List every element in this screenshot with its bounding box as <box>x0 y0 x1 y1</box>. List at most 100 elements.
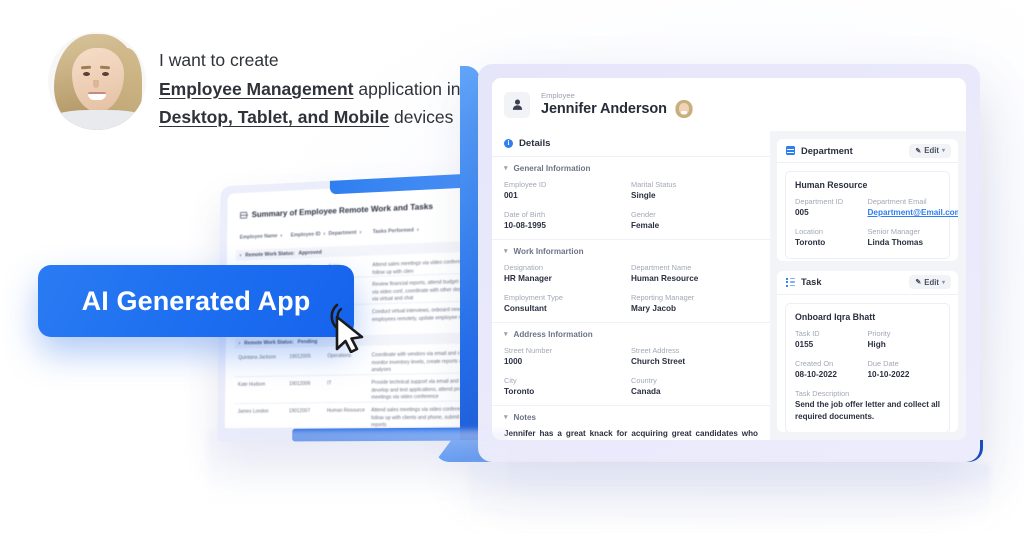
field-value: 0155 <box>795 339 868 351</box>
department-sub-card: Human Resource Department ID 005 Departm… <box>785 171 950 259</box>
hero-illustration: I want to create Employee Management app… <box>0 0 1024 533</box>
section-header[interactable]: ▾ General Information <box>504 164 758 173</box>
field-value: Linda Thomas <box>868 237 941 249</box>
ai-generated-app-label: AI Generated App <box>82 286 311 317</box>
field-street-address: Street Address Church Street <box>631 345 758 368</box>
field-label: Department Name <box>631 262 758 273</box>
prompt-line-3-rest: devices <box>389 107 453 127</box>
department-panel-title: Department <box>801 146 853 156</box>
department-email-link[interactable]: Department@Email.com <box>868 207 941 219</box>
field-value: 1000 <box>504 356 631 368</box>
field-label: Department Email <box>868 196 941 207</box>
task-sub-card: Onboard Iqra Bhatt Task ID 0155 Priority… <box>785 303 950 432</box>
section-header[interactable]: ▾ Notes <box>504 413 758 422</box>
employee-name: Jennifer Anderson <box>541 101 667 117</box>
group-value: Approved <box>298 249 321 256</box>
field-label: City <box>504 375 631 386</box>
field-due-date: Due Date 10-10-2022 <box>868 358 941 381</box>
prompt-block: I want to create Employee Management app… <box>48 32 461 132</box>
field-value: High <box>868 339 941 351</box>
avatar <box>675 100 693 118</box>
summary-table-title: Summary of Employee Remote Work and Task… <box>252 201 433 219</box>
column-employee-id[interactable]: Employee ID▾ <box>291 231 329 238</box>
field-label: Street Number <box>504 345 631 356</box>
field-value: 001 <box>504 190 631 202</box>
table-icon <box>240 211 247 218</box>
section-general-information: ▾ General Information Employee ID 001 Ma… <box>492 157 770 240</box>
field-value: Female <box>631 220 758 232</box>
summary-table-title-row: Summary of Employee Remote Work and Task… <box>240 201 433 220</box>
edit-label: Edit <box>924 278 939 287</box>
field-designation: Designation HR Manager <box>504 262 631 285</box>
chevron-down-icon: ▾ <box>942 279 945 286</box>
task-edit-button[interactable]: ✎ Edit ▾ <box>909 275 951 289</box>
chevron-down-icon: ▾ <box>942 147 945 154</box>
field-city: City Toronto <box>504 375 631 398</box>
chevron-down-icon: ▾ <box>238 340 240 346</box>
chevron-down-icon: ▾ <box>504 248 508 255</box>
chevron-down-icon: ▾ <box>239 252 241 258</box>
chevron-down-icon: ▾ <box>504 165 508 172</box>
field-value: Toronto <box>795 237 868 249</box>
field-task-description: Task Description Send the job offer lett… <box>795 388 940 423</box>
task-list-icon <box>786 278 795 287</box>
group-label: Remote Work Status: <box>245 250 295 258</box>
details-header: i Details <box>492 131 770 157</box>
field-value: Toronto <box>504 386 631 398</box>
column-department[interactable]: Department▾ <box>328 229 372 237</box>
field-date-of-birth: Date of Birth 10-08-1995 <box>504 209 631 232</box>
prompt-highlight-devices: Desktop, Tablet, and Mobile <box>159 107 389 127</box>
info-icon: i <box>504 139 513 148</box>
section-title: Work Informartion <box>514 247 584 256</box>
employee-detail-screen: Employee Jennifer Anderson i Details <box>492 78 966 440</box>
employee-header: Employee Jennifer Anderson <box>492 78 966 131</box>
section-header[interactable]: ▾ Work Informartion <box>504 247 758 256</box>
field-label: Marital Status <box>631 179 758 190</box>
field-label: Department ID <box>795 196 868 207</box>
field-value: HR Manager <box>504 273 631 285</box>
group-value: Pending <box>298 339 318 345</box>
details-title: Details <box>519 138 550 149</box>
chevron-down-icon: ▾ <box>359 230 361 236</box>
field-label: Employee ID <box>504 179 631 190</box>
field-street-number: Street Number 1000 <box>504 345 631 368</box>
field-employment-type: Employment Type Consultant <box>504 292 631 315</box>
field-label: Task ID <box>795 328 868 339</box>
department-edit-button[interactable]: ✎ Edit ▾ <box>909 144 951 158</box>
field-value: Consultant <box>504 303 631 315</box>
field-label: Task Description <box>795 388 940 399</box>
section-address-information: ▾ Address Information Street Number 1000… <box>492 323 770 406</box>
employee-meta: Employee Jennifer Anderson <box>541 91 693 118</box>
field-value: Send the job offer letter and collect al… <box>795 399 940 423</box>
field-value: Human Resource <box>631 273 758 285</box>
field-label: Date of Birth <box>504 209 631 220</box>
department-name: Human Resource <box>795 180 940 190</box>
employee-label: Employee <box>541 91 693 100</box>
chevron-down-icon: ▾ <box>417 227 419 233</box>
section-title: Address Information <box>514 330 593 339</box>
edit-label: Edit <box>924 146 939 155</box>
user-avatar-photo <box>48 32 146 130</box>
field-department-email: Department Email Department@Email.com <box>868 196 941 219</box>
field-gender: Gender Female <box>631 209 758 232</box>
pencil-icon: ✎ <box>915 278 921 286</box>
group-row-approved[interactable]: ▾ Remote Work Status: Approved <box>236 240 485 260</box>
chevron-down-icon: ▾ <box>504 414 508 421</box>
notes-text: Jennifer has a great knack for acquiring… <box>504 428 758 440</box>
field-label: Priority <box>868 328 941 339</box>
task-panel: Task ✎ Edit ▾ Onboard Iqra Bhatt <box>777 271 958 432</box>
prompt-line-1: I want to create <box>159 46 461 75</box>
field-marital-status: Marital Status Single <box>631 179 758 202</box>
section-work-information: ▾ Work Informartion Designation HR Manag… <box>492 240 770 323</box>
ai-generated-app-badge: AI Generated App <box>38 265 354 337</box>
column-employee-name[interactable]: Employee Name▾ <box>240 233 291 241</box>
section-header[interactable]: ▾ Address Information <box>504 330 758 339</box>
person-icon <box>504 92 530 118</box>
department-icon <box>786 146 795 155</box>
chevron-down-icon: ▾ <box>504 331 508 338</box>
field-label: Employment Type <box>504 292 631 303</box>
group-label: Remote Work Status: <box>244 339 294 346</box>
click-cursor-icon <box>327 303 371 353</box>
field-label: Due Date <box>868 358 941 369</box>
chevron-down-icon: ▾ <box>280 233 282 239</box>
